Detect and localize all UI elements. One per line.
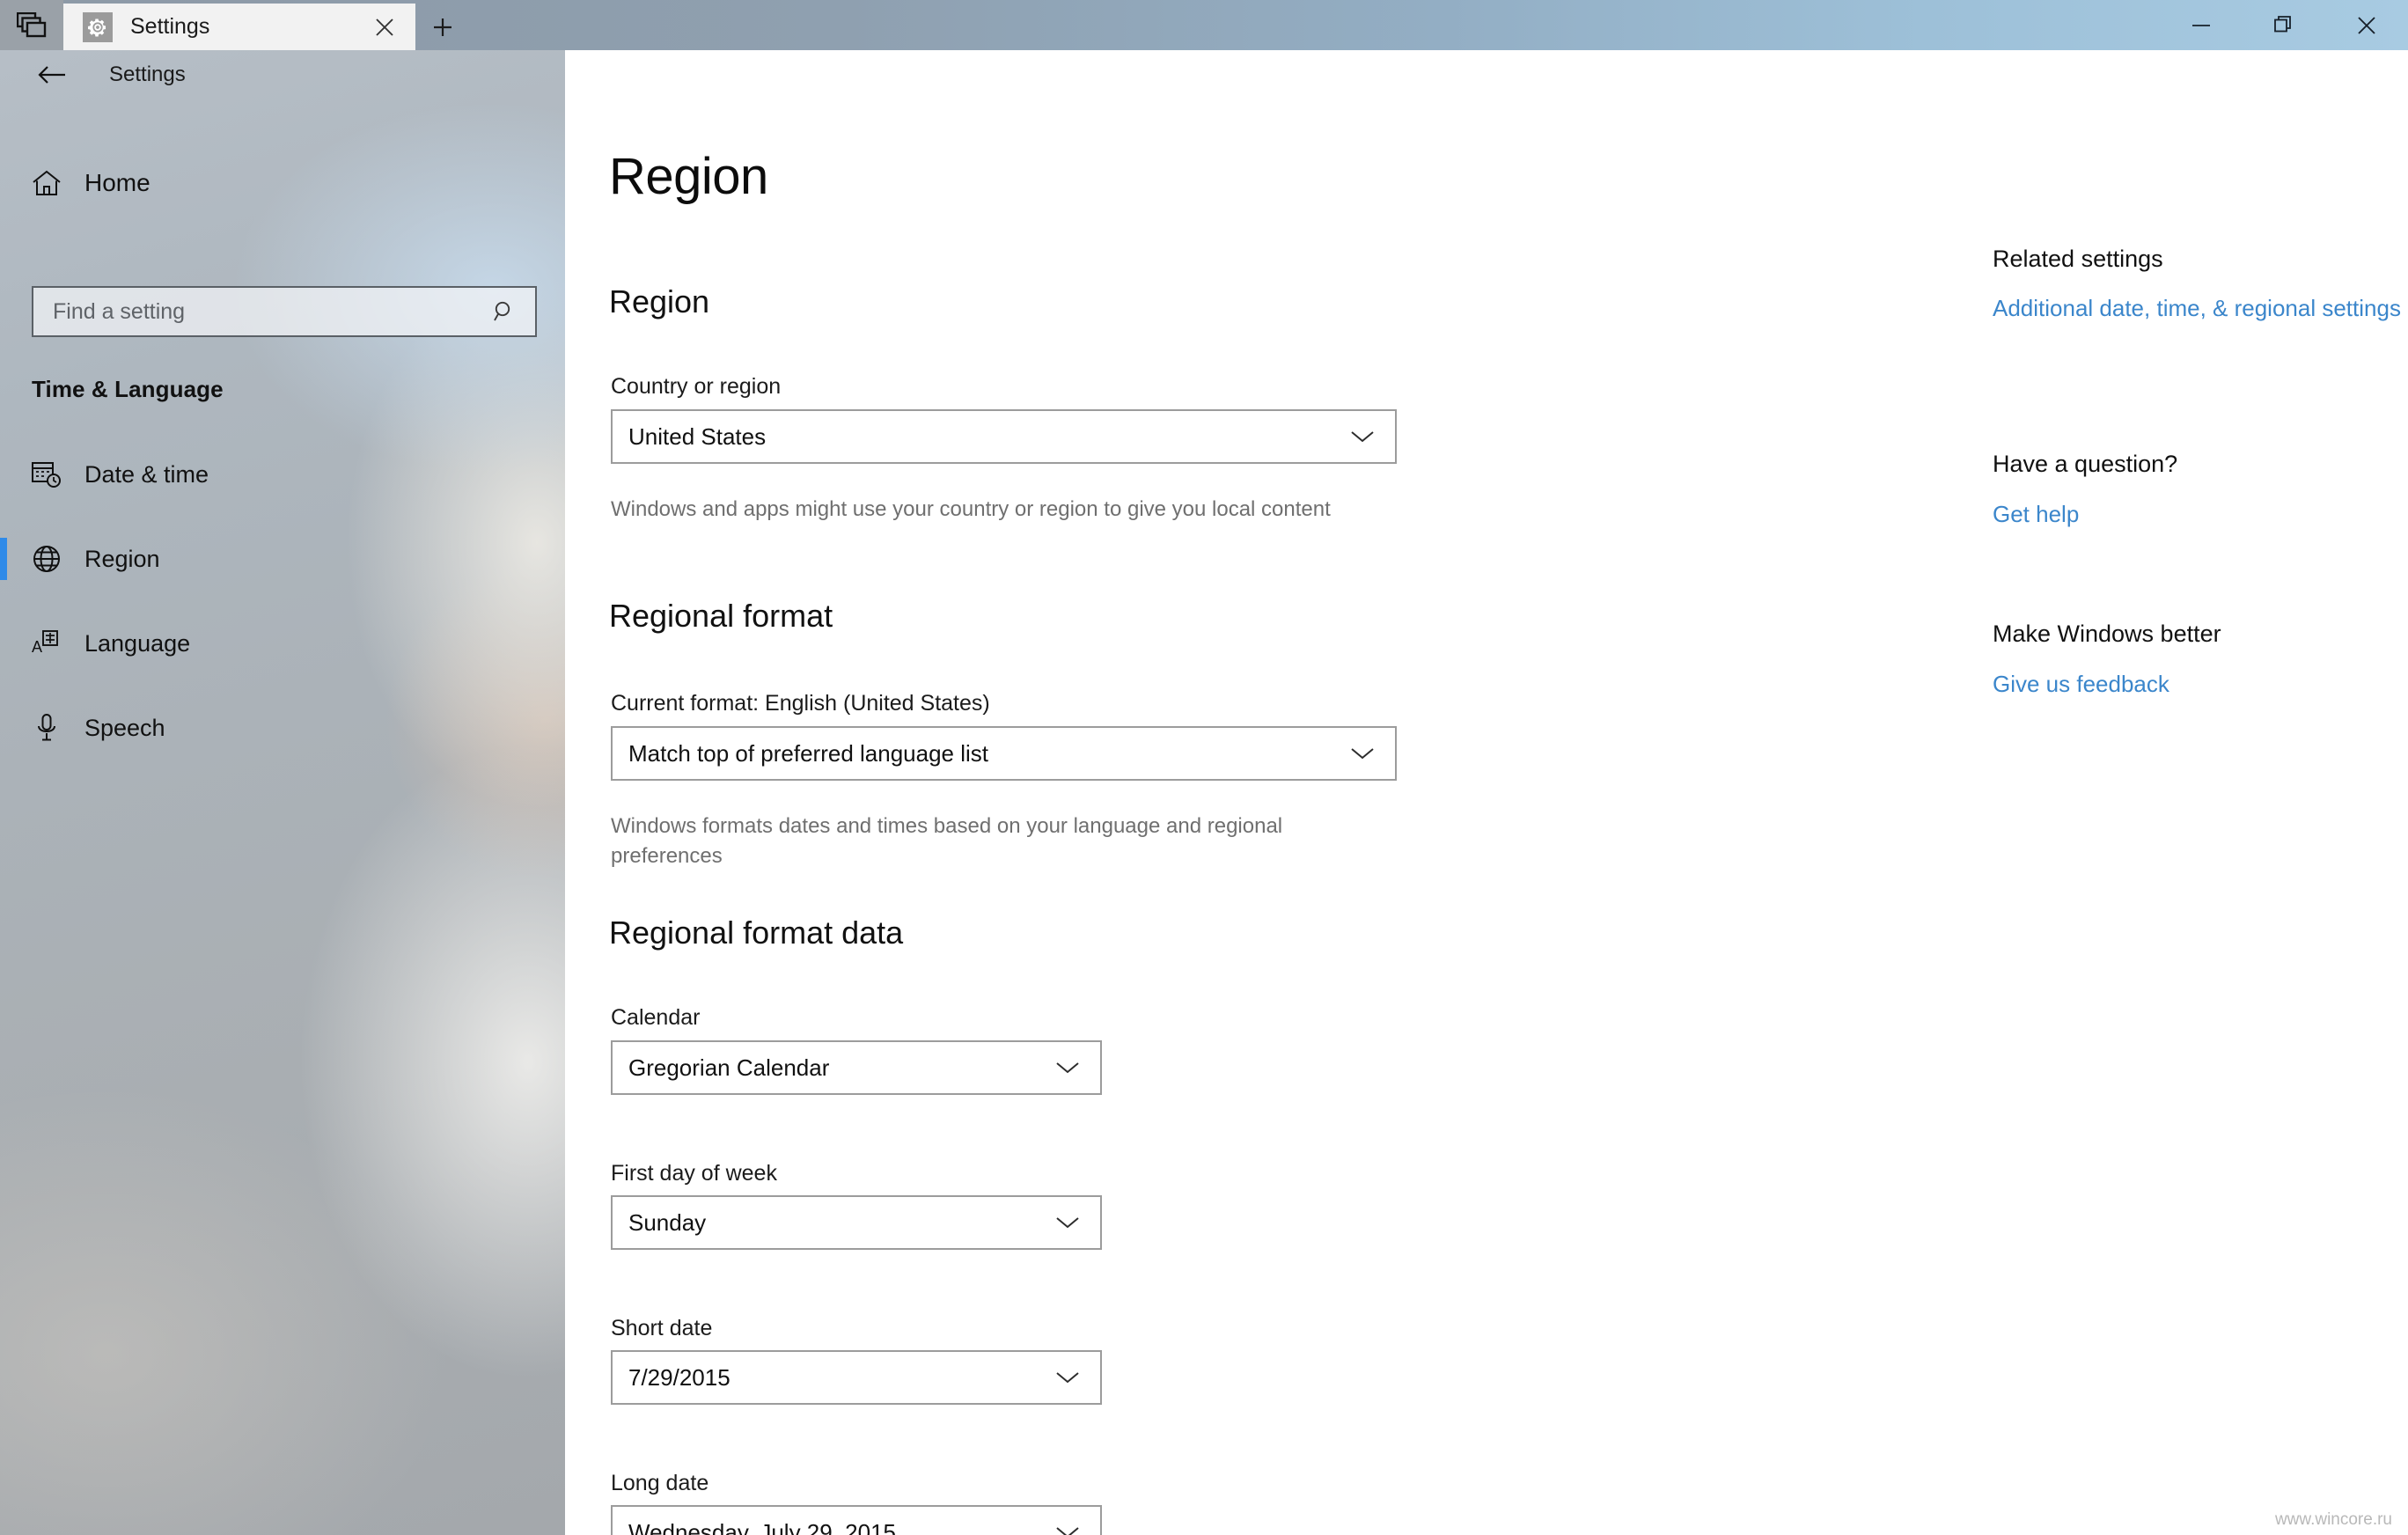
sidebar-item-language[interactable]: A Language xyxy=(0,606,565,680)
sidebar-item-language-label: Language xyxy=(84,629,191,657)
sidebar-group-title: Time & Language xyxy=(32,376,224,402)
calendar-clock-icon xyxy=(28,459,65,489)
sidebar-item-date-time-label: Date & time xyxy=(84,460,209,488)
chevron-down-icon xyxy=(1054,1215,1081,1230)
globe-icon xyxy=(28,544,65,574)
selected-indicator xyxy=(0,538,7,580)
tab-settings[interactable]: Settings xyxy=(63,4,415,50)
sidebar-item-speech[interactable]: Speech xyxy=(0,691,565,765)
search-icon[interactable] xyxy=(491,299,516,324)
tab-close-button[interactable] xyxy=(364,7,405,48)
calendar-value: Gregorian Calendar xyxy=(628,1054,830,1081)
restore-icon xyxy=(2274,15,2294,35)
watermark: www.wincore.ru xyxy=(2274,1510,2392,1529)
sidebar-item-region[interactable]: Region xyxy=(0,522,565,596)
short-date-value: 7/29/2015 xyxy=(628,1363,730,1391)
sidebar-acrylic-background xyxy=(0,50,565,1535)
sidebar-header-title: Settings xyxy=(109,62,186,86)
page-title: Region xyxy=(609,148,768,205)
rail-heading-make-windows-better: Make Windows better xyxy=(1993,621,2221,647)
minimize-button[interactable] xyxy=(2160,0,2243,50)
restore-button[interactable] xyxy=(2243,0,2325,50)
link-get-help[interactable]: Get help xyxy=(1993,499,2406,531)
close-icon xyxy=(2356,15,2377,36)
back-arrow-icon xyxy=(37,63,67,86)
label-current-format: Current format: English (United States) xyxy=(611,691,990,716)
new-tab-button[interactable] xyxy=(415,4,470,50)
label-long-date: Long date xyxy=(611,1471,709,1495)
sidebar-item-region-label: Region xyxy=(84,545,160,572)
link-give-us-feedback[interactable]: Give us feedback xyxy=(1993,669,2406,701)
label-first-day-of-week: First day of week xyxy=(611,1161,777,1186)
sidebar-item-home-label: Home xyxy=(84,169,150,196)
first-day-of-week-dropdown[interactable]: Sunday xyxy=(611,1195,1102,1250)
sidebar-item-date-time[interactable]: Date & time xyxy=(0,437,565,511)
close-button[interactable] xyxy=(2325,0,2408,50)
back-button[interactable] xyxy=(26,50,77,99)
chevron-down-icon xyxy=(1054,1370,1081,1385)
section-heading-regional-format: Regional format xyxy=(609,598,833,634)
microphone-icon xyxy=(28,713,65,743)
first-day-of-week-value: Sunday xyxy=(628,1208,707,1236)
label-country-or-region: Country or region xyxy=(611,374,782,399)
rail-heading-have-a-question: Have a question? xyxy=(1993,451,2178,477)
hint-country-or-region: Windows and apps might use your country … xyxy=(611,497,1331,521)
label-short-date: Short date xyxy=(611,1316,713,1340)
home-icon xyxy=(28,169,65,197)
calendar-dropdown[interactable]: Gregorian Calendar xyxy=(611,1040,1102,1095)
regional-format-value: Match top of preferred language list xyxy=(628,739,989,767)
chevron-down-icon xyxy=(1349,745,1376,761)
chevron-down-icon xyxy=(1054,1060,1081,1076)
sidebar-item-home[interactable]: Home xyxy=(0,158,565,209)
language-icon: A xyxy=(28,628,65,658)
search-input[interactable]: Find a setting xyxy=(32,286,537,337)
country-or-region-dropdown[interactable]: United States xyxy=(611,409,1397,464)
plus-icon xyxy=(431,16,454,39)
long-date-dropdown[interactable]: Wednesday, July 29, 2015 xyxy=(611,1505,1102,1535)
sidebar-header: Settings xyxy=(0,50,565,99)
regional-format-dropdown[interactable]: Match top of preferred language list xyxy=(611,726,1397,781)
section-heading-regional-format-data: Regional format data xyxy=(609,914,904,951)
short-date-dropdown[interactable]: 7/29/2015 xyxy=(611,1350,1102,1405)
sidebar: Settings Home Find a setting Time & Lang… xyxy=(0,50,565,1535)
gear-icon xyxy=(83,11,113,42)
window-list-button[interactable] xyxy=(0,0,63,50)
search-placeholder: Find a setting xyxy=(53,298,186,324)
minimize-icon xyxy=(2191,20,2212,31)
settings-window: Settings Settings Home Find a setting Ti… xyxy=(0,0,2408,1535)
link-additional-date-time-regional-settings[interactable]: Additional date, time, & regional settin… xyxy=(1993,293,2406,325)
chevron-down-icon xyxy=(1054,1524,1081,1535)
title-bar: Settings xyxy=(0,0,2408,50)
country-or-region-value: United States xyxy=(628,422,767,450)
hint-regional-format: Windows formats dates and times based on… xyxy=(611,814,1283,869)
window-controls xyxy=(2160,0,2408,50)
rail-heading-related-settings: Related settings xyxy=(1993,246,2163,272)
stacked-windows-icon xyxy=(17,11,47,39)
label-calendar: Calendar xyxy=(611,1005,701,1030)
tab-title: Settings xyxy=(130,14,210,39)
svg-text:A: A xyxy=(32,638,42,656)
section-heading-region: Region xyxy=(609,283,710,319)
titlebar-drag-area xyxy=(470,0,2160,50)
long-date-value: Wednesday, July 29, 2015 xyxy=(628,1518,897,1535)
sidebar-item-speech-label: Speech xyxy=(84,714,165,741)
chevron-down-icon xyxy=(1349,429,1376,444)
main-content: Region Region Country or region United S… xyxy=(565,50,2408,1535)
